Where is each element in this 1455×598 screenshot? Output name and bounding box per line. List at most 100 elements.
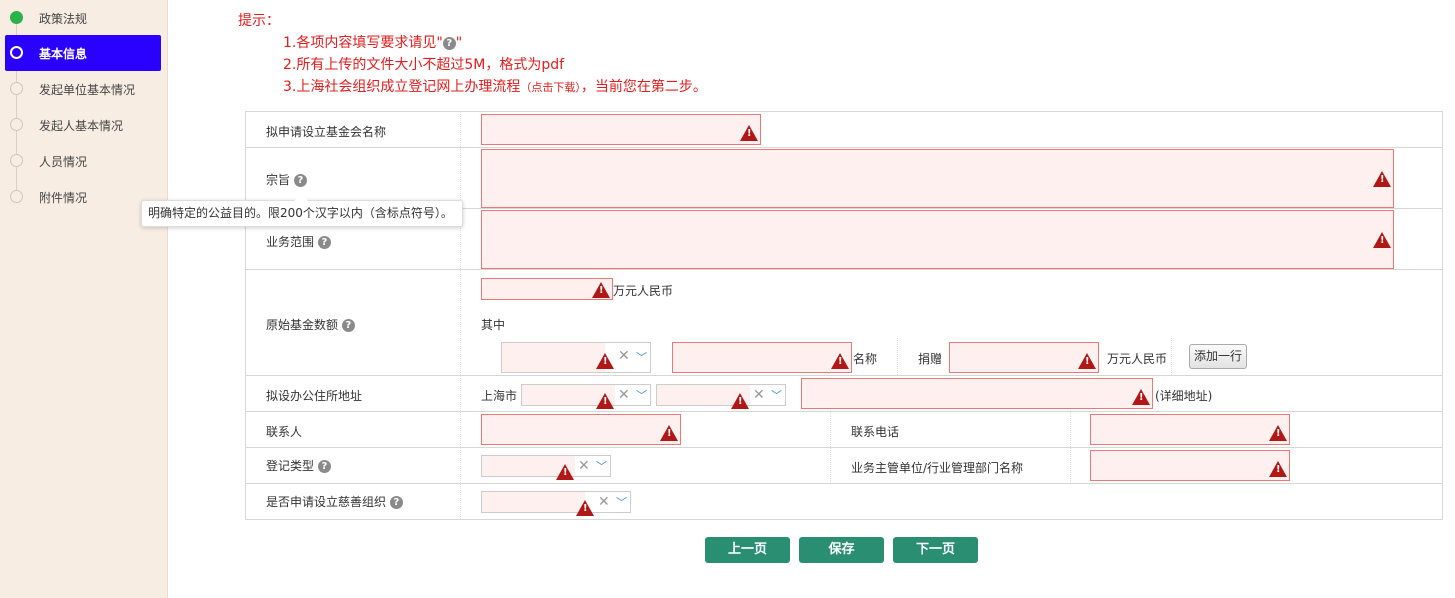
sidebar-item-basic-info[interactable]: 基本信息 <box>5 35 161 71</box>
supervisor-label: 业务主管单位/行业管理部门名称 <box>851 461 1024 475</box>
help-icon[interactable]: ? <box>317 460 331 473</box>
chevron-down-icon[interactable]: ﹀ <box>636 350 647 366</box>
scope-label-text: 业务范围 <box>266 235 315 249</box>
sidebar-item-attachments[interactable]: 附件情况 <box>5 179 161 215</box>
sidebar: 政策法规 基本信息 发起单位基本情况 发起人基本情况 人员情况 附件情况 <box>0 0 168 598</box>
phone-input[interactable] <box>1090 414 1290 445</box>
tip-line-3-text: 3.上海社会组织成立登记网上办理流程 <box>283 79 521 95</box>
column-divider <box>1070 448 1071 483</box>
completed-step-icon <box>10 11 23 24</box>
column-divider <box>830 448 831 483</box>
prev-page-button[interactable]: 上一页 <box>705 537 790 563</box>
initial-fund-label-text: 原始基金数额 <box>266 318 339 332</box>
chevron-down-icon[interactable]: ﹀ <box>636 388 647 404</box>
warning-icon <box>596 353 614 369</box>
sidebar-item-sponsor-person[interactable]: 发起人基本情况 <box>5 107 161 143</box>
sidebar-item-label: 基本信息 <box>39 46 88 61</box>
sidebar-item-policy[interactable]: 政策法规 <box>5 0 161 36</box>
warning-icon <box>660 425 678 441</box>
supervisor-input[interactable] <box>1090 450 1290 481</box>
phone-label: 联系电话 <box>851 425 900 439</box>
row-office-address: 拟设办公住所地址 上海市 ✕ ﹀ ✕ ﹀ (详细地址) <box>246 376 1442 412</box>
sidebar-item-label: 发起人基本情况 <box>39 118 124 133</box>
purpose-label-text: 宗旨 <box>266 173 291 187</box>
basic-info-form: 拟申请设立基金会名称 宗旨 ? 业务范围 ? 原始基金数额 ? 万元人民币 其中 <box>245 111 1443 520</box>
business-scope-textarea[interactable] <box>481 210 1394 269</box>
scope-label: 业务范围 ? <box>266 233 331 250</box>
warning-icon <box>592 282 610 298</box>
foundation-name-input[interactable] <box>481 114 761 145</box>
sidebar-item-sponsor-unit[interactable]: 发起单位基本情况 <box>5 71 161 107</box>
help-icon[interactable]: ? <box>389 496 403 509</box>
initial-fund-input[interactable] <box>481 278 613 300</box>
foundation-name-label: 拟申请设立基金会名称 <box>266 125 387 139</box>
download-link[interactable]: （点击下载） <box>520 81 581 94</box>
column-divider <box>830 412 831 447</box>
column-divider <box>460 148 461 208</box>
warning-icon <box>1078 353 1096 369</box>
clear-icon[interactable]: ✕ <box>753 387 765 403</box>
address-label: 拟设办公住所地址 <box>266 389 363 403</box>
donation-label: 捐赠 <box>918 352 943 366</box>
step-icon <box>10 190 23 203</box>
donor-type-select[interactable]: ✕ ﹀ <box>501 342 651 373</box>
clear-icon[interactable]: ✕ <box>618 387 630 403</box>
step-icon <box>10 118 23 131</box>
tips-panel: 提示： 1.各项内容填写要求请见"? " 2.所有上传的文件大小不超过5M，格式为… <box>238 10 707 99</box>
of-which-label: 其中 <box>481 318 506 332</box>
clear-icon[interactable]: ✕ <box>578 458 590 474</box>
purpose-label: 宗旨 ? <box>266 171 307 188</box>
save-button[interactable]: 保存 <box>799 537 884 563</box>
row-registration-type: 登记类型 ? ✕ ﹀ 业务主管单位/行业管理部门名称 <box>246 448 1442 484</box>
tip-line-1-text: 1.各项内容填写要求请见" <box>283 35 443 51</box>
help-icon[interactable]: ? <box>317 236 331 249</box>
column-divider <box>460 112 461 147</box>
sidebar-item-label: 发起单位基本情况 <box>39 82 136 97</box>
purpose-textarea[interactable] <box>481 149 1394 208</box>
help-icon[interactable]: ? <box>442 36 456 50</box>
chevron-down-icon[interactable]: ﹀ <box>616 495 627 511</box>
chevron-down-icon[interactable]: ﹀ <box>596 459 607 475</box>
district-select[interactable]: ✕ ﹀ <box>521 384 651 409</box>
row-foundation-name: 拟申请设立基金会名称 <box>246 112 1442 148</box>
reg-type-label-text: 登记类型 <box>266 459 315 473</box>
tip-line-2: 2.所有上传的文件大小不超过5M，格式为pdf <box>283 57 565 73</box>
detail-address-input[interactable] <box>801 378 1153 409</box>
add-row-button[interactable]: 添加一行 <box>1189 344 1247 369</box>
chevron-down-icon[interactable]: ﹀ <box>771 388 782 404</box>
registration-type-select[interactable]: ✕ ﹀ <box>481 455 611 480</box>
city-label: 上海市 <box>481 389 518 403</box>
street-select[interactable]: ✕ ﹀ <box>656 384 786 409</box>
tip-line-1: 1.各项内容填写要求请见"? " <box>283 32 707 54</box>
donor-name-input[interactable] <box>672 342 852 373</box>
help-icon[interactable]: ? <box>341 319 355 332</box>
current-step-icon <box>10 46 23 59</box>
row-initial-fund: 原始基金数额 ? 万元人民币 其中 ✕ ﹀ 名称 捐赠 万元人民币 添加一行 <box>246 270 1442 376</box>
tips-title: 提示： <box>238 13 280 29</box>
column-divider <box>460 448 461 483</box>
column-divider <box>1171 338 1172 375</box>
donation-amount-input[interactable] <box>949 342 1099 373</box>
warning-icon <box>576 500 594 516</box>
charity-select[interactable]: ✕ ﹀ <box>481 491 631 516</box>
contact-input[interactable] <box>481 414 681 445</box>
warning-icon <box>1269 425 1287 441</box>
help-icon[interactable]: ? <box>293 174 307 187</box>
tip-line-3-suffix: ，当前您在第二步。 <box>580 79 707 95</box>
tip-line-3: 3.上海社会组织成立登记网上办理流程（点击下载），当前您在第二步。 <box>283 76 707 99</box>
initial-fund-label: 原始基金数额 ? <box>266 316 355 333</box>
column-divider <box>897 338 898 375</box>
name-label: 名称 <box>853 352 878 366</box>
contact-label: 联系人 <box>266 425 303 439</box>
next-page-button[interactable]: 下一页 <box>893 537 978 563</box>
warning-icon <box>731 393 749 409</box>
clear-icon[interactable]: ✕ <box>598 494 610 510</box>
tip-line-1-suffix: " <box>455 35 463 51</box>
column-divider <box>1070 412 1071 447</box>
sidebar-item-label: 政策法规 <box>39 11 88 26</box>
sidebar-item-personnel[interactable]: 人员情况 <box>5 143 161 179</box>
warning-icon <box>831 353 849 369</box>
clear-icon[interactable]: ✕ <box>618 348 630 364</box>
detail-address-hint: (详细地址) <box>1155 389 1213 403</box>
column-divider <box>460 484 461 519</box>
